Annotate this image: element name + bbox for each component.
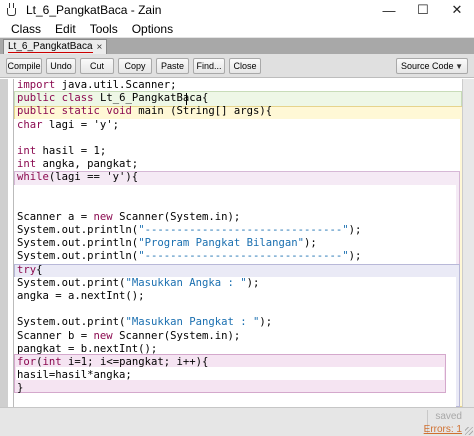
- vertical-scrollbar[interactable]: [462, 79, 474, 407]
- maximize-button[interactable]: ☐: [406, 0, 440, 20]
- code-line[interactable]: System.out.print("Masukkan Pangkat : ");: [17, 316, 457, 329]
- code-line[interactable]: import java.util.Scanner;: [17, 79, 457, 92]
- java-cup-icon: [4, 2, 20, 18]
- menu-options[interactable]: Options: [125, 22, 180, 36]
- code-line[interactable]: System.out.println("Program Pangkat Bila…: [17, 237, 457, 250]
- code-line[interactable]: for(int i=1; i<=pangkat; i++){: [17, 356, 457, 369]
- view-mode-select[interactable]: Source Code ▼: [396, 58, 468, 74]
- code-line[interactable]: hasil=hasil*angka;: [17, 369, 457, 382]
- code-line[interactable]: public static void main (String[] args){: [17, 105, 457, 118]
- window-title: Lt_6_PangkatBaca - Zain: [26, 3, 162, 17]
- close-button[interactable]: Close: [229, 58, 261, 74]
- code-line[interactable]: char lagi = 'y';: [17, 119, 457, 132]
- paste-button[interactable]: Paste: [156, 58, 189, 74]
- code-line[interactable]: Scanner b = new Scanner(System.in);: [17, 330, 457, 343]
- compile-button[interactable]: Compile: [6, 58, 42, 74]
- menu-edit[interactable]: Edit: [48, 22, 83, 36]
- text-cursor: [186, 93, 187, 105]
- tab-strip: Lt_6_PangkatBaca ×: [0, 38, 474, 54]
- code-line[interactable]: System.out.print("Masukkan Angka : ");: [17, 277, 457, 290]
- minimize-button[interactable]: —: [372, 0, 406, 20]
- tab-close-icon[interactable]: ×: [97, 42, 103, 53]
- save-status: saved: [435, 411, 462, 422]
- status-bar: saved Errors: 1: [0, 407, 474, 436]
- code-line[interactable]: Scanner a = new Scanner(System.in);: [17, 211, 457, 224]
- code-line[interactable]: angka = a.nextInt();: [17, 290, 457, 303]
- tab-lt-6-pangkatbaca[interactable]: Lt_6_PangkatBaca ×: [3, 39, 108, 54]
- code-line[interactable]: [17, 303, 457, 316]
- code-line[interactable]: pangkat = b.nextInt();: [17, 343, 457, 356]
- tab-label: Lt_6_PangkatBaca: [8, 41, 93, 53]
- copy-button[interactable]: Copy: [118, 58, 152, 74]
- code-lines[interactable]: import java.util.Scanner; public class Lt…: [17, 79, 457, 396]
- find-button[interactable]: Find...: [193, 58, 225, 74]
- code-line[interactable]: }: [17, 382, 457, 395]
- code-line[interactable]: int angka, pangkat;: [17, 158, 457, 171]
- undo-button[interactable]: Undo: [46, 58, 76, 74]
- errors-link[interactable]: Errors: 1: [424, 424, 462, 435]
- code-line[interactable]: public class Lt_6_PangkatBaca{: [17, 92, 457, 105]
- code-line[interactable]: [17, 185, 457, 198]
- menu-bar: Class Edit Tools Options: [0, 20, 474, 38]
- editor-toolbar: Compile Undo Cut Copy Paste Find... Clos…: [0, 54, 474, 78]
- code-editor[interactable]: import java.util.Scanner; public class Lt…: [0, 79, 474, 407]
- code-line[interactable]: int hasil = 1;: [17, 145, 457, 158]
- menu-class[interactable]: Class: [0, 22, 48, 36]
- code-line[interactable]: System.out.println("--------------------…: [17, 250, 457, 263]
- window-controls: — ☐ ✕: [372, 0, 474, 20]
- title-bar: Lt_6_PangkatBaca - Zain — ☐ ✕: [0, 0, 474, 20]
- cut-button[interactable]: Cut: [80, 58, 114, 74]
- chevron-down-icon: ▼: [455, 62, 463, 71]
- code-line[interactable]: [17, 198, 457, 211]
- code-line[interactable]: try{: [17, 264, 457, 277]
- code-line[interactable]: [17, 132, 457, 145]
- close-window-button[interactable]: ✕: [440, 0, 474, 20]
- code-line[interactable]: System.out.println("--------------------…: [17, 224, 457, 237]
- menu-tools[interactable]: Tools: [83, 22, 125, 36]
- code-line[interactable]: while(lagi == 'y'){: [17, 171, 457, 184]
- view-mode-value: Source Code: [401, 61, 454, 71]
- resize-grip-icon[interactable]: [465, 427, 473, 435]
